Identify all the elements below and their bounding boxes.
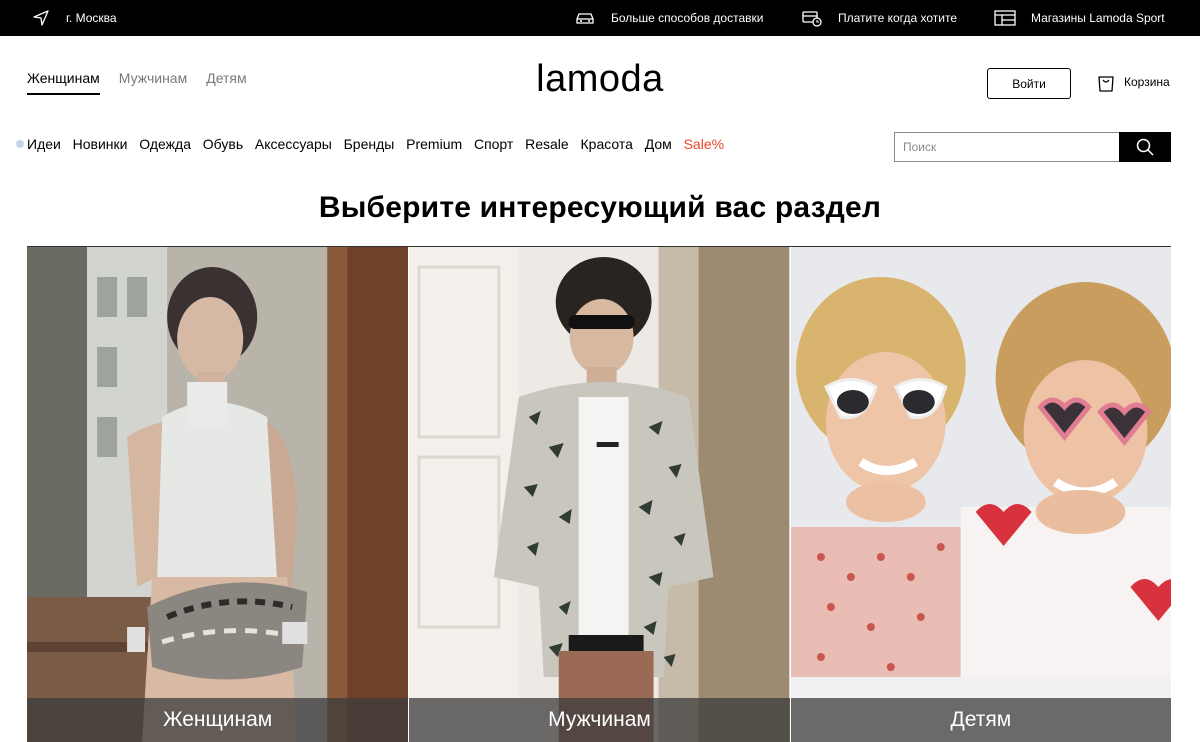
promo-pay-label: Платите когда хотите bbox=[838, 11, 958, 25]
search-input[interactable] bbox=[894, 132, 1119, 162]
nav-resale[interactable]: Resale bbox=[525, 136, 569, 152]
category-nav: Идеи Новинки Одежда Обувь Аксессуары Бре… bbox=[16, 136, 736, 152]
nav-brands[interactable]: Бренды bbox=[344, 136, 395, 152]
tab-women[interactable]: Женщинам bbox=[27, 70, 100, 95]
nav-sale[interactable]: Sale% bbox=[684, 136, 724, 152]
section-card-kids[interactable]: Детям bbox=[789, 247, 1171, 742]
kids-section-image bbox=[790, 247, 1171, 742]
nav-beauty[interactable]: Красота bbox=[581, 136, 633, 152]
search-bar bbox=[894, 132, 1171, 162]
cart-link[interactable]: Корзина bbox=[1097, 72, 1170, 92]
nav-sport[interactable]: Спорт bbox=[474, 136, 513, 152]
cart-label: Корзина bbox=[1124, 75, 1170, 89]
page-title: Выберите интересующий вас раздел bbox=[318, 191, 882, 224]
ideas-dot-icon bbox=[16, 140, 24, 148]
promo-stores[interactable]: Магазины Lamoda Sport bbox=[994, 0, 1165, 36]
search-button[interactable] bbox=[1119, 132, 1171, 162]
nav-home[interactable]: Дом bbox=[645, 136, 672, 152]
location-arrow-icon bbox=[33, 10, 49, 26]
location-label: г. Москва bbox=[66, 11, 117, 25]
women-section-image bbox=[27, 247, 409, 742]
delivery-car-icon bbox=[576, 13, 594, 24]
gender-tabs: Женщинам Мужчинам Детям bbox=[27, 70, 266, 95]
promo-delivery[interactable]: Больше способов доставки bbox=[574, 0, 763, 36]
payment-icon bbox=[802, 11, 822, 27]
nav-accessories[interactable]: Аксессуары bbox=[255, 136, 332, 152]
top-bar: г. Москва Больше способов доставки Плати… bbox=[0, 0, 1200, 36]
nav-shoes[interactable]: Обувь bbox=[203, 136, 243, 152]
lamoda-logo[interactable]: lamoda bbox=[500, 58, 700, 101]
nav-new[interactable]: Новинки bbox=[73, 136, 128, 152]
nav-ideas[interactable]: Идеи bbox=[27, 136, 61, 152]
section-label-men: Мужчинам bbox=[409, 698, 790, 742]
section-card-women[interactable]: Женщинам bbox=[27, 247, 409, 742]
promo-pay[interactable]: Платите когда хотите bbox=[801, 0, 957, 36]
nav-clothing[interactable]: Одежда bbox=[139, 136, 191, 152]
search-icon bbox=[1136, 138, 1154, 156]
promo-stores-label: Магазины Lamoda Sport bbox=[1031, 11, 1165, 25]
tab-men[interactable]: Мужчинам bbox=[119, 70, 187, 95]
tab-kids[interactable]: Детям bbox=[206, 70, 246, 95]
section-label-kids: Детям bbox=[790, 698, 1171, 742]
section-card-men[interactable]: Мужчинам bbox=[408, 247, 790, 742]
promo-delivery-label: Больше способов доставки bbox=[611, 11, 764, 25]
men-section-image bbox=[409, 247, 790, 742]
nav-premium[interactable]: Premium bbox=[406, 136, 462, 152]
shopping-bag-icon bbox=[1098, 76, 1114, 92]
section-label-women: Женщинам bbox=[27, 698, 409, 742]
section-cards: Женщинам Мужчинам Детям bbox=[27, 246, 1171, 742]
login-button[interactable]: Войти bbox=[987, 68, 1071, 99]
store-icon bbox=[994, 10, 1016, 26]
location-selector[interactable]: г. Москва bbox=[32, 0, 117, 36]
